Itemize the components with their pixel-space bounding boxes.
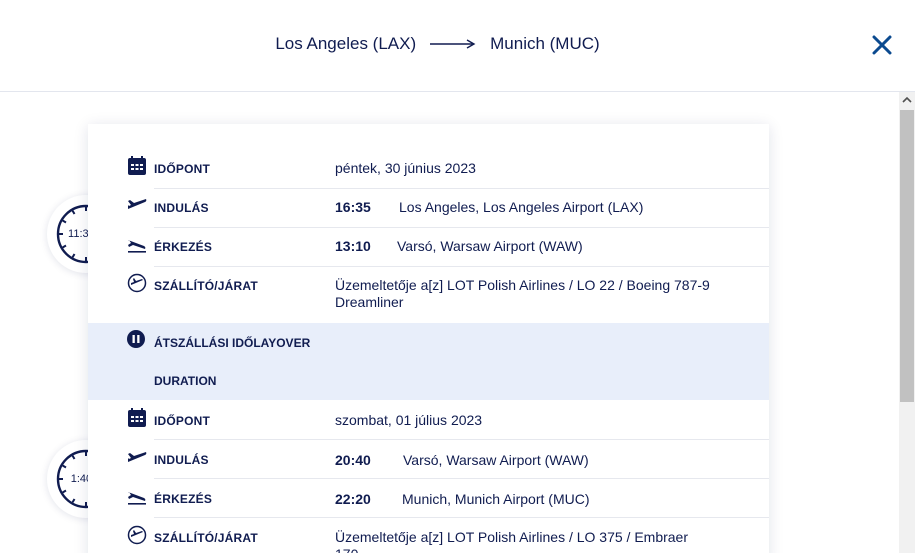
departure-label: INDULÁS — [154, 201, 209, 215]
arrival-label: ÉRKEZÉS — [154, 240, 213, 254]
pause-icon — [127, 330, 145, 348]
arrival-row: ÉRKEZÉS 22:20 Munich, Munich Airport (MU… — [88, 479, 769, 518]
carrier-row: SZÁLLÍTÓ/JÁRAT Üzemeltetője a[z] LOT Pol… — [88, 518, 769, 553]
departure-place: Varsó, Warsaw Airport (WAW) — [403, 452, 589, 468]
departure-time: 16:35 — [335, 199, 371, 215]
layover-section: ÁTSZÁLLÁSI IDŐLAYOVER DURATION — [88, 323, 769, 400]
departure-row: INDULÁS 20:40 Varsó, Warsaw Airport (WAW… — [88, 440, 769, 479]
airline-icon — [127, 273, 147, 293]
destination-label: Munich (MUC) — [490, 34, 600, 53]
chevron-up-icon — [902, 96, 912, 103]
arrival-place: Munich, Munich Airport (MUC) — [402, 491, 590, 507]
arrival-label: ÉRKEZÉS — [154, 492, 213, 506]
date-label: IDŐPONT — [154, 414, 211, 428]
carrier-value: Üzemeltetője a[z] LOT Polish Airlines / … — [335, 529, 689, 553]
date-row: IDŐPONT péntek, 30 június 2023 — [88, 150, 769, 189]
calendar-icon — [128, 408, 146, 427]
date-value: szombat, 01 július 2023 — [335, 412, 483, 428]
layover-label: ÁTSZÁLLÁSI IDŐLAYOVER — [154, 336, 311, 350]
arrival-row: ÉRKEZÉS 13:10 Varsó, Warsaw Airport (WAW… — [88, 228, 769, 267]
arrival-time: 22:20 — [335, 491, 371, 507]
carrier-label: SZÁLLÍTÓ/JÁRAT — [154, 531, 258, 545]
carrier-row: SZÁLLÍTÓ/JÁRAT Üzemeltetője a[z] LOT Pol… — [88, 267, 769, 323]
departure-place: Los Angeles, Los Angeles Airport (LAX) — [399, 199, 644, 215]
date-value: péntek, 30 június 2023 — [335, 160, 476, 176]
departure-label: INDULÁS — [154, 453, 209, 467]
departure-time: 20:40 — [335, 452, 371, 468]
arrow-right-icon — [430, 39, 476, 49]
date-label: IDŐPONT — [154, 162, 211, 176]
itinerary-details-card: IDŐPONT péntek, 30 június 2023 INDULÁS 1… — [88, 124, 769, 553]
plane-landing-icon — [128, 240, 146, 253]
carrier-value: Üzemeltetője a[z] LOT Polish Airlines / … — [335, 277, 710, 310]
plane-landing-icon — [128, 492, 146, 505]
airline-icon — [127, 525, 147, 545]
date-row: IDŐPONT szombat, 01 július 2023 — [88, 400, 769, 440]
origin-label: Los Angeles (LAX) — [275, 34, 417, 53]
modal-header: Los Angeles (LAX) Munich (MUC) — [0, 0, 915, 92]
route-title: Los Angeles (LAX) Munich (MUC) — [0, 34, 875, 54]
scrollbar[interactable] — [899, 92, 915, 553]
scrollbar-thumb[interactable] — [900, 110, 914, 402]
close-icon[interactable] — [868, 31, 896, 59]
arrival-place: Varsó, Warsaw Airport (WAW) — [397, 238, 583, 254]
carrier-label: SZÁLLÍTÓ/JÁRAT — [154, 279, 258, 293]
plane-takeoff-icon — [128, 199, 147, 209]
layover-duration-label: DURATION — [154, 374, 217, 388]
plane-takeoff-icon — [128, 452, 147, 462]
scroll-up-button[interactable] — [899, 92, 915, 108]
calendar-icon — [128, 156, 146, 175]
arrival-time: 13:10 — [335, 238, 371, 254]
departure-row: INDULÁS 16:35 Los Angeles, Los Angeles A… — [88, 189, 769, 228]
